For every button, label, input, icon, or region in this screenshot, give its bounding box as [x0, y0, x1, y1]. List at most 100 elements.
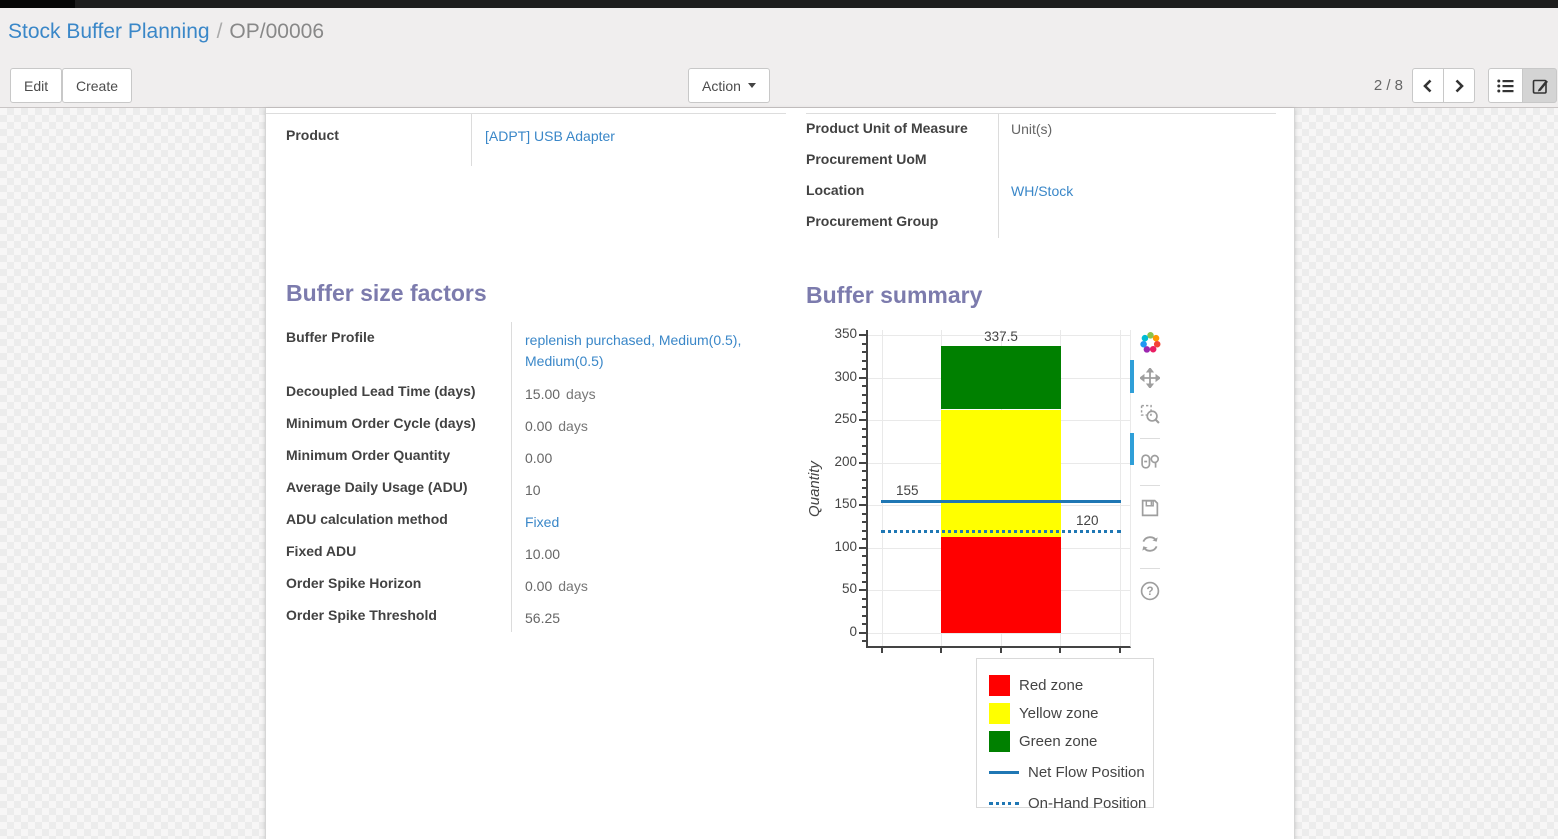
modebar-separator [1140, 485, 1160, 486]
order-spike-threshold-number: 56.25 [525, 610, 560, 626]
plotly-modebar: ? [1136, 330, 1164, 615]
decoupled-lead-time-suffix: days [566, 386, 596, 402]
pan-icon[interactable] [1138, 366, 1162, 390]
yellow-zone-swatch [989, 703, 1010, 724]
adu-method-link[interactable]: Fixed [525, 514, 559, 530]
procurement-uom-value [998, 145, 1276, 176]
legend-label: On-Hand Position [1028, 795, 1146, 812]
plotly-logo-icon[interactable] [1138, 330, 1162, 354]
form-view-button[interactable] [1522, 68, 1557, 103]
form-sheet: Product [ADPT] USB Adapter Product Unit … [265, 108, 1295, 839]
net-flow-position-value-label: 155 [896, 483, 919, 498]
y-tick-label: 150 [819, 496, 857, 511]
legend-label: Net Flow Position [1028, 764, 1145, 781]
breadcrumb: Stock Buffer Planning/OP/00006 [8, 20, 324, 44]
breadcrumb-parent-link[interactable]: Stock Buffer Planning [8, 20, 210, 43]
legend-item-net-flow[interactable]: Net Flow Position [977, 755, 1153, 789]
modebar-active-indicator [1130, 433, 1134, 465]
y-tick-label: 300 [819, 369, 857, 384]
decoupled-lead-time-label: Decoupled Lead Time (days) [286, 376, 511, 408]
decoupled-lead-time-value: 15.00days [511, 376, 778, 408]
order-spike-horizon-label: Order Spike Horizon [286, 568, 511, 600]
red-zone-swatch [989, 675, 1010, 696]
net-flow-position-line [881, 500, 1121, 503]
legend-item-yellow-zone[interactable]: Yellow zone [977, 699, 1153, 727]
buffer-profile-label: Buffer Profile [286, 322, 511, 376]
product-uom-label: Product Unit of Measure [806, 114, 998, 145]
location-link[interactable]: WH/Stock [1011, 183, 1073, 199]
buffer-profile-value: replenish purchased, Medium(0.5), Medium… [511, 322, 778, 376]
pager-previous-button[interactable] [1412, 68, 1444, 103]
pager-and-view-switcher: 2 / 8 [1374, 68, 1557, 103]
field-row-location: Location WH/Stock [806, 176, 1276, 207]
product-uom-value: Unit(s) [998, 114, 1276, 145]
field-row-min-order-cycle: Minimum Order Cycle (days) 0.00days [286, 408, 778, 440]
plot-area[interactable]: 050100150200250300350112.5262.5337.51551… [866, 330, 1131, 648]
fixed-adu-value: 10.00 [511, 536, 778, 568]
adu-label: Average Daily Usage (ADU) [286, 472, 511, 504]
product-uom-text: Unit(s) [1011, 121, 1052, 137]
order-spike-horizon-suffix: days [558, 578, 588, 594]
stock-buffer-planning-page: { "breadcrumb": { "parent": "Stock Buffe… [0, 0, 1558, 839]
legend-item-green-zone[interactable]: Green zone [977, 727, 1153, 755]
y-tick-label: 350 [819, 326, 857, 341]
y-axis-title: Quantity [806, 429, 826, 549]
procurement-uom-label: Procurement UoM [806, 145, 998, 176]
buffer-summary-title: Buffer summary [806, 282, 982, 309]
buffer-profile-link[interactable]: replenish purchased, Medium(0.5), Medium… [525, 332, 741, 369]
chevron-right-icon [1452, 78, 1466, 94]
action-dropdown-button[interactable]: Action [688, 68, 770, 103]
create-button[interactable]: Create [62, 68, 132, 103]
field-row-product: Product [ADPT] USB Adapter [266, 114, 786, 166]
adu-method-label: ADU calculation method [286, 504, 511, 536]
field-row-product-uom: Product Unit of Measure Unit(s) [806, 114, 1276, 145]
pager-counter: 2 / 8 [1374, 77, 1403, 94]
location-value: WH/Stock [998, 176, 1276, 207]
yellow-zone-bar [941, 410, 1061, 538]
help-icon[interactable]: ? [1138, 579, 1162, 603]
save-icon[interactable] [1138, 496, 1162, 520]
reset-axes-icon[interactable] [1138, 532, 1162, 556]
min-order-cycle-value: 0.00days [511, 408, 778, 440]
y-tick-label: 250 [819, 411, 857, 426]
fixed-adu-label: Fixed ADU [286, 536, 511, 568]
green-zone-swatch [989, 731, 1010, 752]
breadcrumb-separator: / [217, 20, 223, 43]
pager-buttons [1412, 68, 1475, 103]
legend-item-on-hand[interactable]: On-Hand Position [977, 789, 1153, 817]
order-spike-horizon-number: 0.00 [525, 578, 552, 594]
uom-location-group: Product Unit of Measure Unit(s) Procurem… [806, 113, 1276, 238]
legend-item-red-zone[interactable]: Red zone [977, 671, 1153, 699]
svg-text:?: ? [1146, 586, 1153, 598]
top-navbar-sliver [0, 0, 1558, 8]
zoom-box-icon[interactable] [1138, 402, 1162, 426]
action-label: Action [702, 78, 741, 94]
content-background: Product [ADPT] USB Adapter Product Unit … [0, 108, 1558, 839]
min-order-qty-label: Minimum Order Quantity [286, 440, 511, 472]
top-navbar-segment [0, 0, 75, 8]
product-field-label: Product [266, 114, 471, 166]
chart-legend: Red zone Yellow zone Green zone Net Flow… [976, 658, 1154, 808]
field-row-fixed-adu: Fixed ADU 10.00 [286, 536, 778, 568]
red-zone-bar [941, 537, 1061, 633]
procurement-group-label: Procurement Group [806, 207, 998, 238]
edit-button[interactable]: Edit [10, 68, 62, 103]
compare-hover-icon[interactable] [1138, 449, 1162, 473]
product-link[interactable]: [ADPT] USB Adapter [485, 128, 615, 144]
min-order-cycle-label: Minimum Order Cycle (days) [286, 408, 511, 440]
on-hand-position-line [881, 530, 1121, 533]
y-tick-label: 200 [819, 454, 857, 469]
list-view-button[interactable] [1488, 68, 1523, 103]
field-row-buffer-profile: Buffer Profile replenish purchased, Medi… [286, 322, 778, 376]
y-tick-label: 0 [819, 624, 857, 639]
min-order-qty-number: 0.00 [525, 450, 552, 466]
field-row-procurement-uom: Procurement UoM [806, 145, 1276, 176]
on-hand-line-swatch [989, 802, 1019, 805]
adu-number: 10 [525, 482, 541, 498]
field-row-adu-method: ADU calculation method Fixed [286, 504, 778, 536]
fixed-adu-number: 10.00 [525, 546, 560, 562]
field-row-decoupled-lead-time: Decoupled Lead Time (days) 15.00days [286, 376, 778, 408]
field-row-min-order-qty: Minimum Order Quantity 0.00 [286, 440, 778, 472]
legend-label: Yellow zone [1019, 705, 1099, 722]
pager-next-button[interactable] [1443, 68, 1475, 103]
